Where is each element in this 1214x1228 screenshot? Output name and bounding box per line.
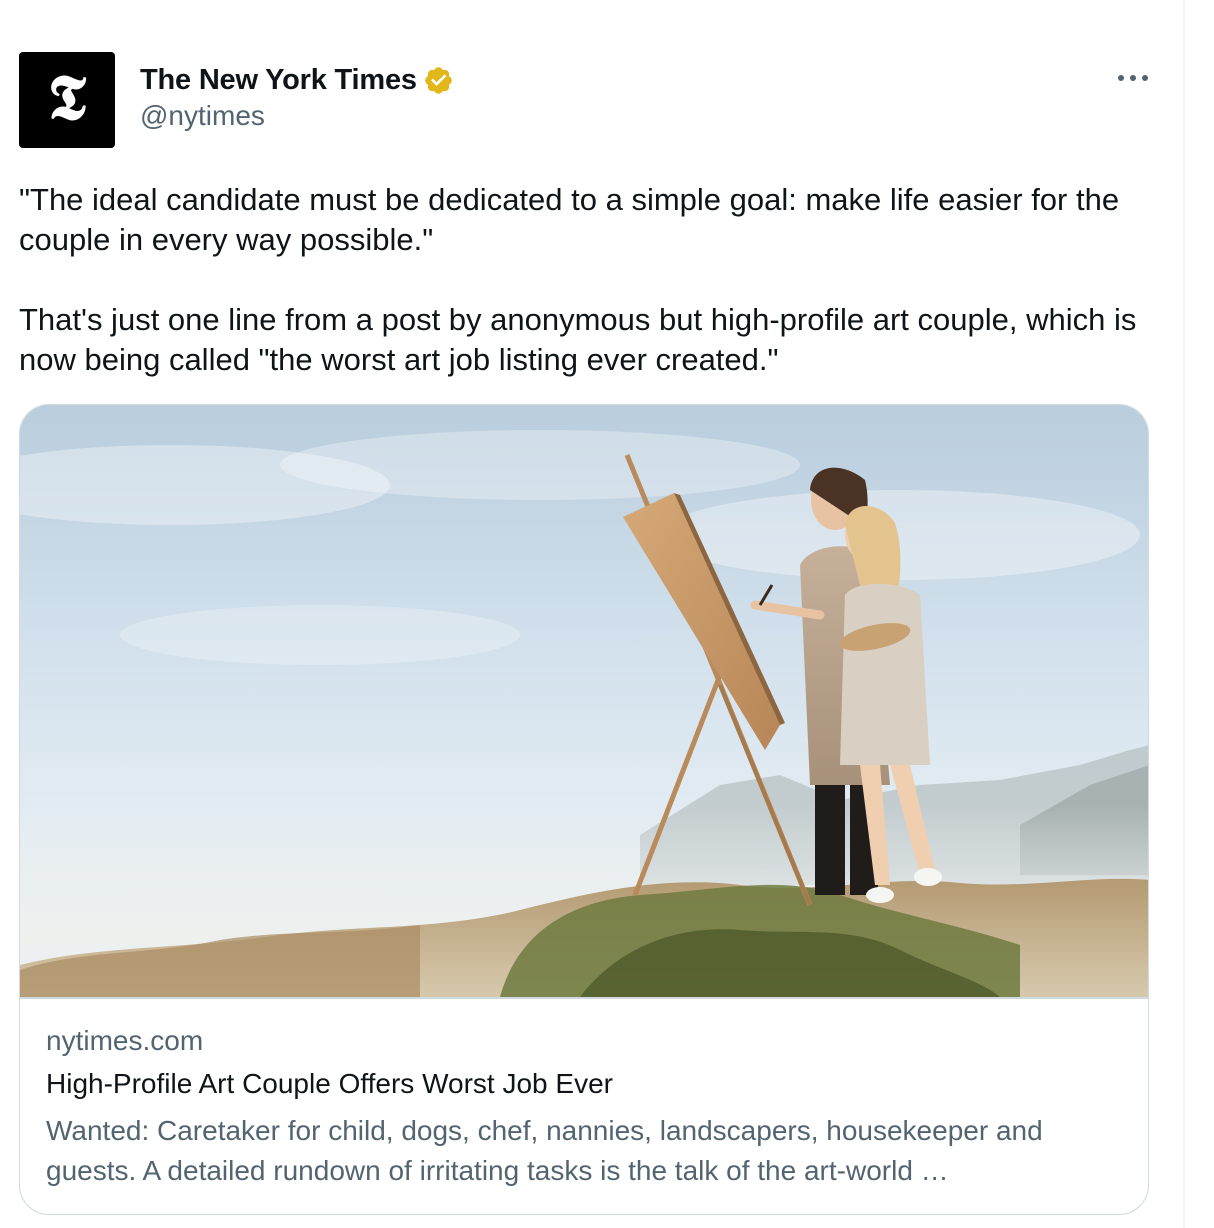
avatar[interactable]: 𝕿 — [19, 52, 115, 148]
link-card[interactable]: nytimes.com High-Profile Art Couple Offe… — [19, 404, 1149, 1215]
author-handle[interactable]: @nytimes — [140, 100, 265, 132]
card-divider — [20, 997, 1148, 999]
tweet-text: "The ideal candidate must be dedicated t… — [19, 182, 1137, 377]
column-border — [1183, 0, 1185, 1228]
nyt-logo-icon: 𝕿 — [47, 61, 87, 134]
more-options-button[interactable] — [1113, 60, 1153, 96]
verified-badge-icon[interactable] — [423, 65, 454, 96]
author-name-row[interactable]: The New York Times — [140, 60, 454, 100]
author-name[interactable]: The New York Times — [140, 64, 417, 97]
more-horizontal-icon — [1118, 75, 1148, 81]
card-title[interactable]: High-Profile Art Couple Offers Worst Job… — [46, 1068, 613, 1100]
card-description: Wanted: Caretaker for child, dogs, chef,… — [46, 1115, 1043, 1186]
card-image[interactable] — [20, 405, 1149, 997]
card-domain: nytimes.com — [46, 1025, 204, 1056]
